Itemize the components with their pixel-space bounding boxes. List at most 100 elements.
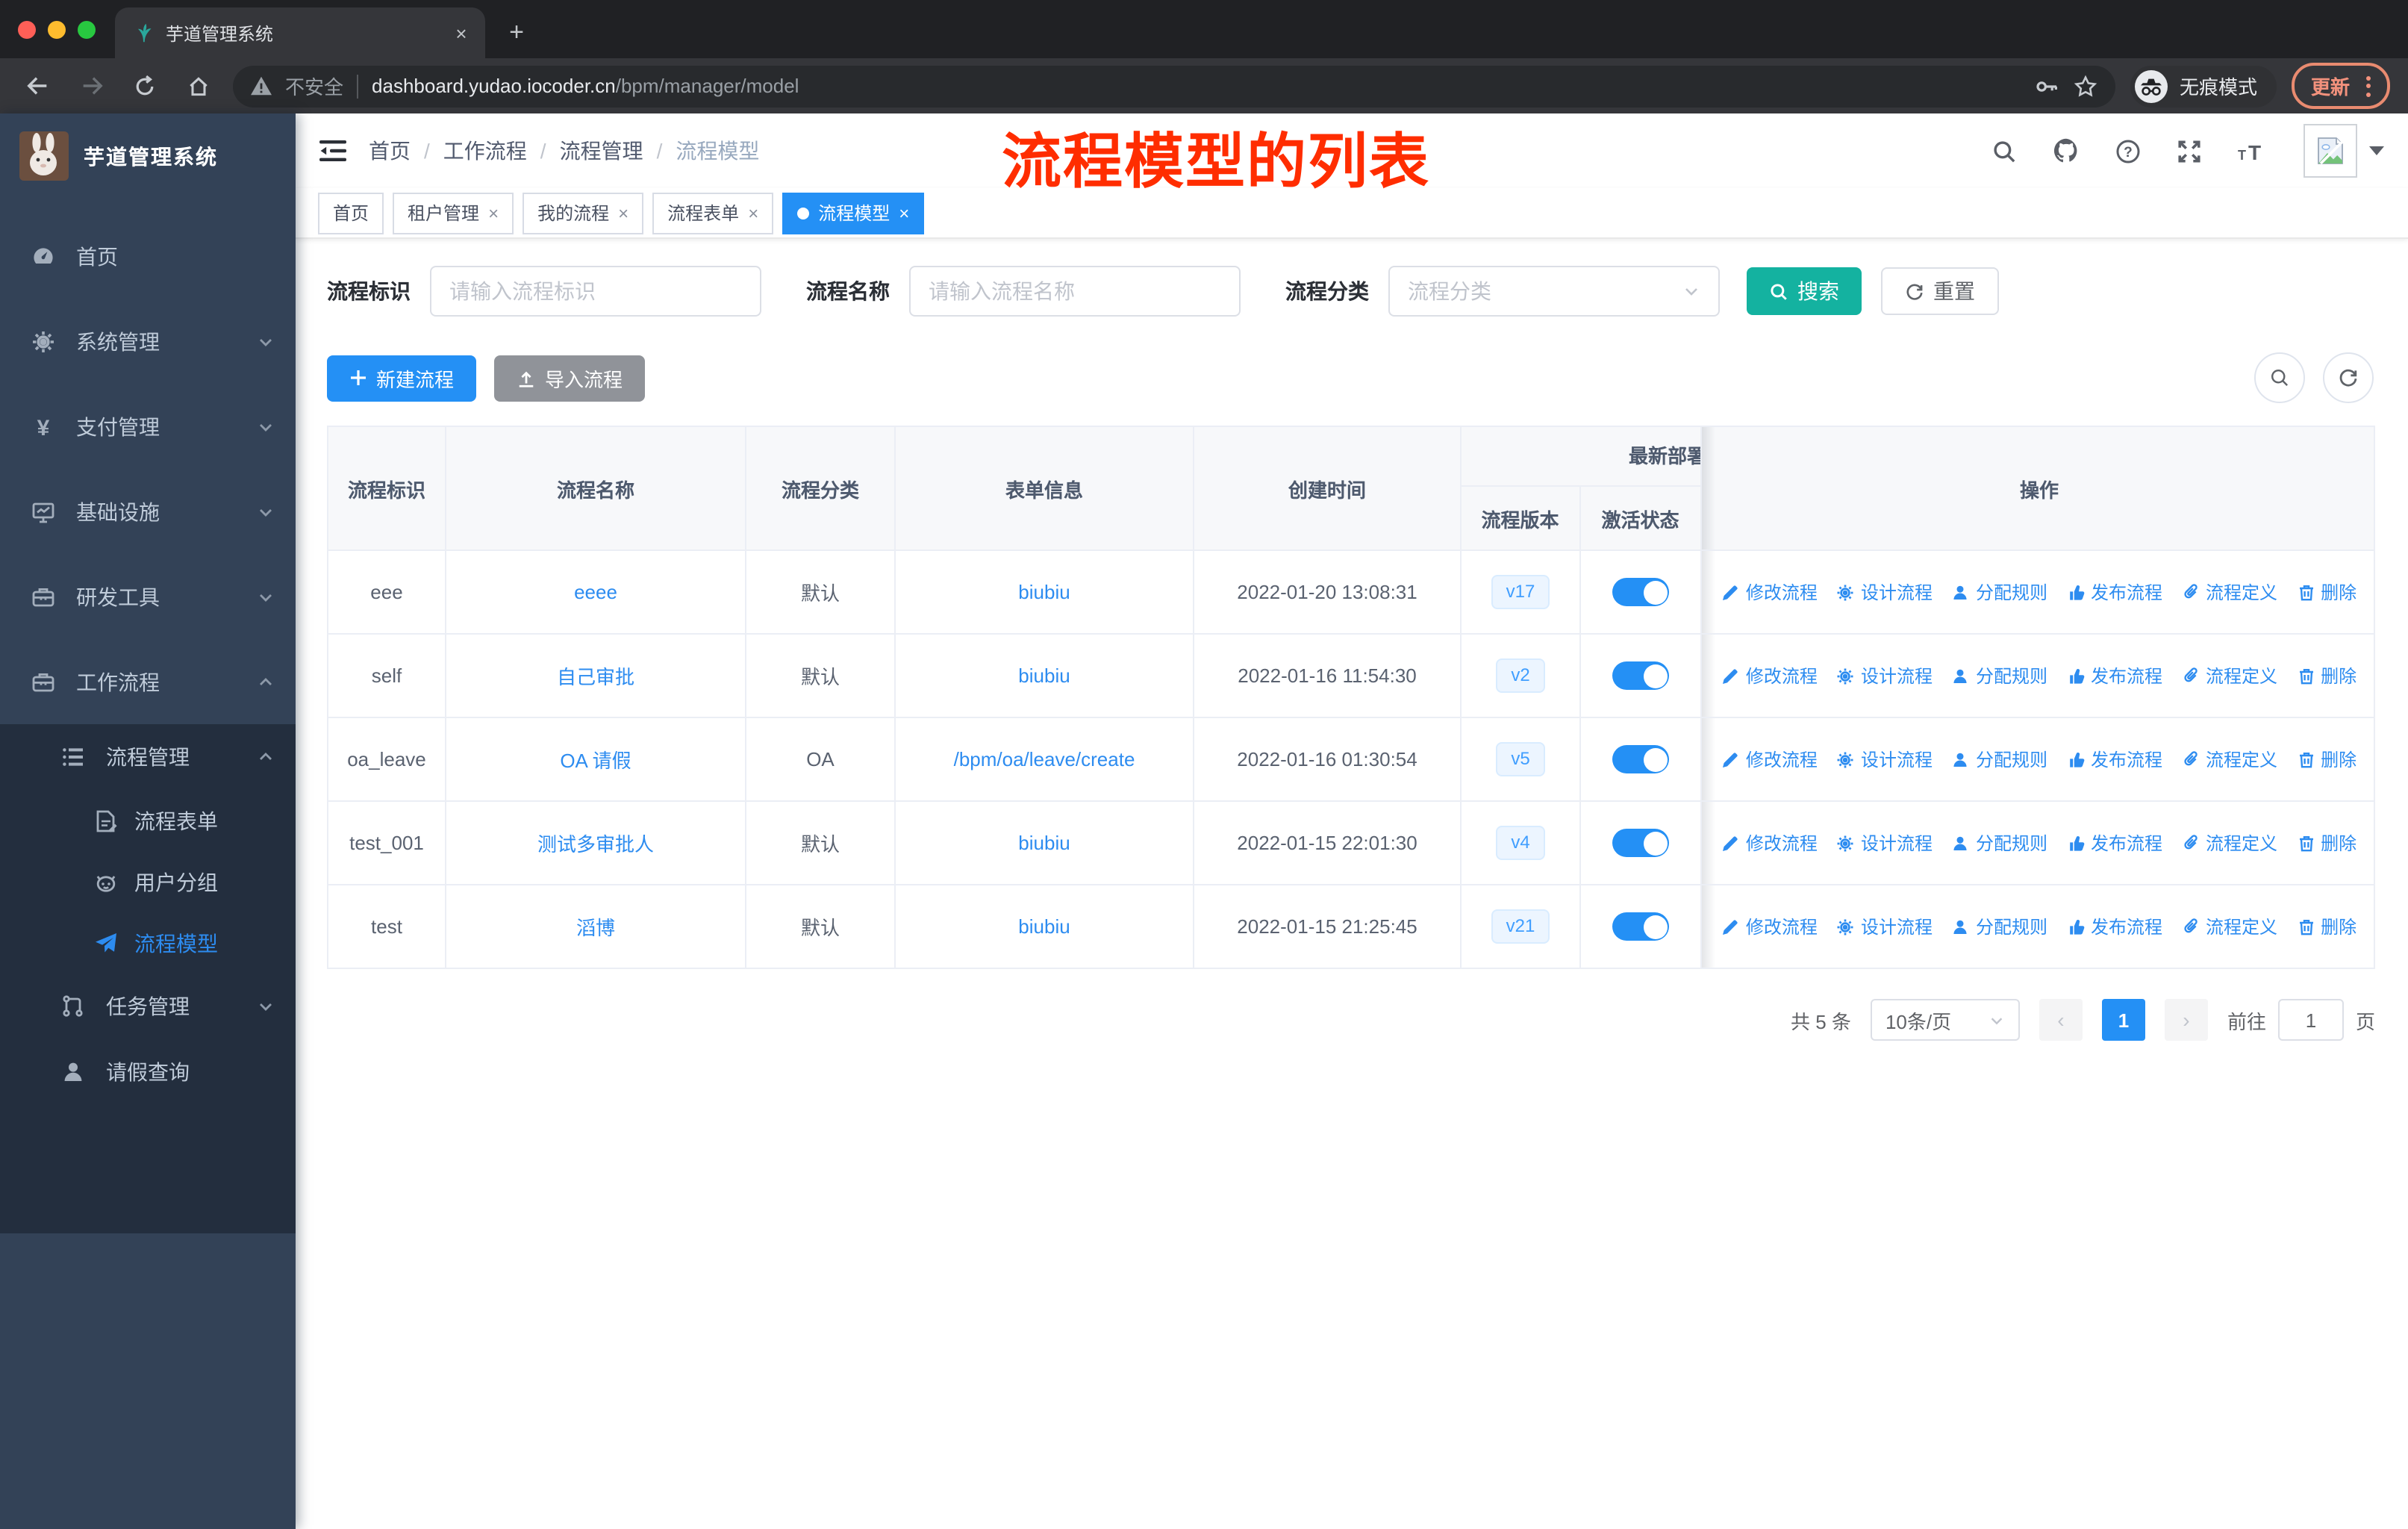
create-process-button[interactable]: 新建流程 xyxy=(327,355,477,401)
form-info-link[interactable]: /bpm/oa/leave/create xyxy=(954,748,1135,770)
close-icon[interactable] xyxy=(899,202,909,223)
tab-close-icon[interactable] xyxy=(449,21,473,45)
sidebar-item-流程表单[interactable]: 流程表单 xyxy=(0,790,296,851)
sidebar-item-首页[interactable]: 首页 xyxy=(0,214,296,299)
action-分配规则[interactable]: 分配规则 xyxy=(1952,830,2047,856)
sidebar-item-任务管理[interactable]: 任务管理 xyxy=(0,974,296,1039)
forward-icon[interactable] xyxy=(72,66,110,105)
action-分配规则[interactable]: 分配规则 xyxy=(1952,914,2047,939)
tab-流程表单[interactable]: 流程表单 xyxy=(652,192,774,234)
action-修改流程[interactable]: 修改流程 xyxy=(1722,579,1818,605)
active-status-toggle[interactable] xyxy=(1612,912,1669,941)
action-删除[interactable]: 删除 xyxy=(2297,579,2356,605)
next-page-button[interactable] xyxy=(2164,999,2208,1041)
tab-我的流程[interactable]: 我的流程 xyxy=(523,192,644,234)
action-发布流程[interactable]: 发布流程 xyxy=(2067,663,2162,688)
filter-id-input[interactable] xyxy=(430,266,761,317)
form-info-link[interactable]: biubiu xyxy=(1018,581,1070,603)
form-info-link[interactable]: biubiu xyxy=(1018,832,1070,854)
maximize-window-button[interactable] xyxy=(78,20,96,38)
help-icon[interactable]: ? xyxy=(2115,138,2141,164)
action-流程定义[interactable]: 流程定义 xyxy=(2182,747,2277,772)
process-name-link[interactable]: 滔博 xyxy=(576,912,615,941)
process-name-link[interactable]: OA 请假 xyxy=(560,745,631,773)
breadcrumb-workflow[interactable]: 工作流程 xyxy=(443,136,527,166)
home-icon[interactable] xyxy=(179,66,218,105)
action-删除[interactable]: 删除 xyxy=(2297,747,2356,772)
back-icon[interactable] xyxy=(18,66,57,105)
action-删除[interactable]: 删除 xyxy=(2297,914,2356,939)
action-设计流程[interactable]: 设计流程 xyxy=(1837,830,1933,856)
toggle-search-button[interactable] xyxy=(2254,352,2305,403)
breadcrumb-process-mgmt[interactable]: 流程管理 xyxy=(560,136,643,166)
action-分配规则[interactable]: 分配规则 xyxy=(1952,579,2047,605)
refresh-table-button[interactable] xyxy=(2323,352,2374,403)
sidebar-item-基础设施[interactable]: 基础设施 xyxy=(0,469,296,554)
action-流程定义[interactable]: 流程定义 xyxy=(2182,579,2277,605)
sidebar-item-请假查询[interactable]: 请假查询 xyxy=(0,1039,296,1105)
action-设计流程[interactable]: 设计流程 xyxy=(1837,747,1933,772)
font-size-icon[interactable]: TT xyxy=(2238,140,2268,162)
page-number-1[interactable]: 1 xyxy=(2101,999,2145,1041)
active-status-toggle[interactable] xyxy=(1612,661,1669,690)
action-发布流程[interactable]: 发布流程 xyxy=(2067,830,2162,856)
action-流程定义[interactable]: 流程定义 xyxy=(2182,914,2277,939)
minimize-window-button[interactable] xyxy=(48,20,66,38)
sidebar-item-流程模型[interactable]: 流程模型 xyxy=(0,912,296,974)
sidebar-logo-row[interactable]: 芋道管理系统 xyxy=(0,113,296,199)
close-icon[interactable] xyxy=(618,202,628,223)
sidebar-item-系统管理[interactable]: 系统管理 xyxy=(0,299,296,384)
hamburger-icon[interactable] xyxy=(296,139,369,163)
reload-icon[interactable] xyxy=(125,66,164,105)
action-流程定义[interactable]: 流程定义 xyxy=(2182,663,2277,688)
fullscreen-icon[interactable] xyxy=(2177,138,2202,164)
action-流程定义[interactable]: 流程定义 xyxy=(2182,830,2277,856)
filter-category-select[interactable]: 流程分类 xyxy=(1388,266,1720,317)
sidebar-item-流程管理[interactable]: 流程管理 xyxy=(0,724,296,790)
action-修改流程[interactable]: 修改流程 xyxy=(1722,663,1818,688)
action-修改流程[interactable]: 修改流程 xyxy=(1722,914,1818,939)
new-tab-button[interactable] xyxy=(497,13,536,52)
action-修改流程[interactable]: 修改流程 xyxy=(1722,747,1818,772)
tab-租户管理[interactable]: 租户管理 xyxy=(393,192,514,234)
import-process-button[interactable]: 导入流程 xyxy=(494,355,646,401)
action-分配规则[interactable]: 分配规则 xyxy=(1952,747,2047,772)
action-发布流程[interactable]: 发布流程 xyxy=(2067,747,2162,772)
prev-page-button[interactable] xyxy=(2039,999,2083,1041)
tab-流程模型[interactable]: 流程模型 xyxy=(782,192,925,234)
user-avatar-menu[interactable] xyxy=(2303,124,2384,178)
active-status-toggle[interactable] xyxy=(1612,578,1669,606)
key-icon[interactable] xyxy=(2035,74,2059,98)
page-size-select[interactable]: 10条/页 xyxy=(1870,999,2020,1041)
close-icon[interactable] xyxy=(488,202,499,223)
sidebar-item-支付管理[interactable]: ¥ 支付管理 xyxy=(0,384,296,469)
goto-page-input[interactable] xyxy=(2277,999,2344,1041)
action-设计流程[interactable]: 设计流程 xyxy=(1837,579,1933,605)
form-info-link[interactable]: biubiu xyxy=(1018,915,1070,938)
active-status-toggle[interactable] xyxy=(1612,829,1669,857)
breadcrumb-home[interactable]: 首页 xyxy=(369,136,411,166)
reset-button[interactable]: 重置 xyxy=(1881,267,1999,315)
github-icon[interactable] xyxy=(2053,137,2080,164)
action-删除[interactable]: 删除 xyxy=(2297,830,2356,856)
filter-name-input[interactable] xyxy=(909,266,1241,317)
action-设计流程[interactable]: 设计流程 xyxy=(1837,914,1933,939)
search-icon[interactable] xyxy=(1991,138,2017,164)
url-bar[interactable]: 不安全 dashboard.yudao.iocoder.cn/bpm/manag… xyxy=(233,65,2115,107)
sidebar-item-工作流程[interactable]: 工作流程 xyxy=(0,639,296,724)
search-button[interactable]: 搜索 xyxy=(1747,267,1862,315)
browser-tab[interactable]: 芋道管理系统 xyxy=(115,7,485,58)
action-发布流程[interactable]: 发布流程 xyxy=(2067,579,2162,605)
action-分配规则[interactable]: 分配规则 xyxy=(1952,663,2047,688)
process-name-link[interactable]: 自己审批 xyxy=(557,661,634,690)
form-info-link[interactable]: biubiu xyxy=(1018,664,1070,687)
action-删除[interactable]: 删除 xyxy=(2297,663,2356,688)
action-设计流程[interactable]: 设计流程 xyxy=(1837,663,1933,688)
tab-首页[interactable]: 首页 xyxy=(318,192,384,234)
process-name-link[interactable]: 测试多审批人 xyxy=(537,829,654,857)
action-发布流程[interactable]: 发布流程 xyxy=(2067,914,2162,939)
sidebar-item-用户分组[interactable]: 用户分组 xyxy=(0,851,296,912)
active-status-toggle[interactable] xyxy=(1612,745,1669,773)
close-window-button[interactable] xyxy=(18,20,36,38)
browser-menu-icon[interactable] xyxy=(2366,75,2371,96)
